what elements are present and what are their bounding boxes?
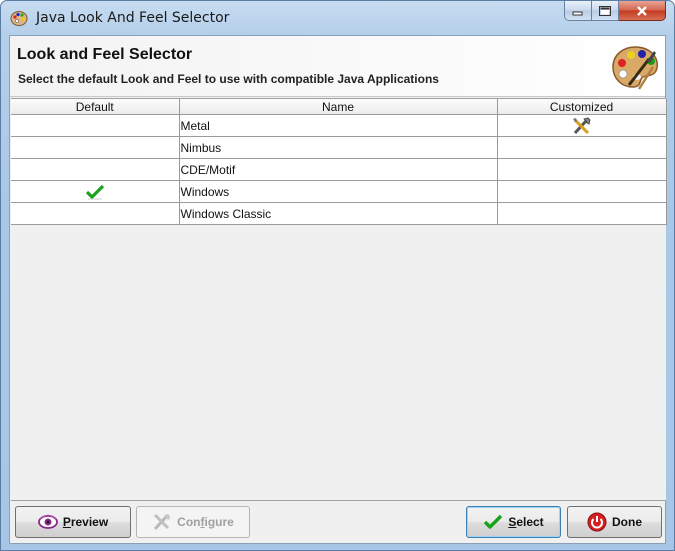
- name-cell[interactable]: Windows Classic: [178, 202, 498, 225]
- close-icon: [637, 5, 647, 16]
- tools-icon: [154, 513, 171, 531]
- minimize-icon: [572, 11, 583, 15]
- tools-icon: [572, 117, 590, 134]
- select-button[interactable]: Select: [466, 506, 561, 538]
- default-cell[interactable]: [11, 158, 180, 181]
- customized-cell[interactable]: [496, 180, 667, 203]
- customized-cell[interactable]: [496, 202, 667, 225]
- default-cell[interactable]: [11, 180, 180, 203]
- done-label: Done: [612, 515, 642, 529]
- table-row[interactable]: Metal: [11, 114, 667, 137]
- select-label: Select: [508, 515, 544, 529]
- name-cell[interactable]: Metal: [178, 114, 498, 137]
- window-frame: Java Look And Feel Selector Look and Fee…: [0, 0, 675, 551]
- customized-cell[interactable]: [496, 114, 667, 137]
- column-header-default[interactable]: Default: [11, 99, 180, 115]
- name-cell[interactable]: Windows: [178, 180, 498, 203]
- palette-icon: [10, 11, 28, 26]
- table-row[interactable]: Windows Classic: [11, 202, 667, 225]
- page-subtitle: Select the default Look and Feel to use …: [18, 72, 439, 86]
- configure-button[interactable]: Configure: [136, 506, 250, 538]
- maximize-icon: [599, 5, 611, 16]
- table-row[interactable]: CDE/Motif: [11, 158, 667, 181]
- done-button[interactable]: Done: [567, 506, 662, 538]
- palette-icon: [612, 46, 658, 90]
- power-icon: [587, 512, 607, 532]
- header-banner: Look and Feel Selector Select the defaul…: [10, 36, 665, 97]
- column-header-customized[interactable]: Customized: [496, 99, 667, 115]
- minimize-button[interactable]: [564, 1, 592, 21]
- configure-label: Configure: [177, 515, 234, 529]
- client-area: Look and Feel Selector Select the defaul…: [9, 35, 667, 544]
- default-cell[interactable]: [11, 136, 180, 159]
- maximize-button[interactable]: [592, 1, 619, 21]
- checkmark-icon: [484, 514, 503, 529]
- preview-label: Preview: [62, 515, 109, 529]
- checkmark-icon: [85, 184, 104, 199]
- customized-cell[interactable]: [496, 136, 667, 159]
- name-cell[interactable]: CDE/Motif: [178, 158, 498, 181]
- customized-cell[interactable]: [496, 158, 667, 181]
- page-title: Look and Feel Selector: [17, 46, 193, 63]
- preview-button[interactable]: Preview: [15, 506, 131, 538]
- close-button[interactable]: [619, 1, 666, 21]
- default-cell[interactable]: [11, 114, 180, 137]
- column-header-name[interactable]: Name: [178, 99, 498, 115]
- title-bar[interactable]: Java Look And Feel Selector: [1, 1, 674, 35]
- window-title: Java Look And Feel Selector: [36, 10, 230, 26]
- table-row[interactable]: Windows: [11, 180, 667, 203]
- look-and-feel-table[interactable]: Default Name Customized Metal Nimbus CDE…: [11, 98, 667, 501]
- name-cell[interactable]: Nimbus: [178, 136, 498, 159]
- default-cell[interactable]: [11, 202, 180, 225]
- eye-icon: [37, 514, 58, 529]
- table-row[interactable]: Nimbus: [11, 136, 667, 159]
